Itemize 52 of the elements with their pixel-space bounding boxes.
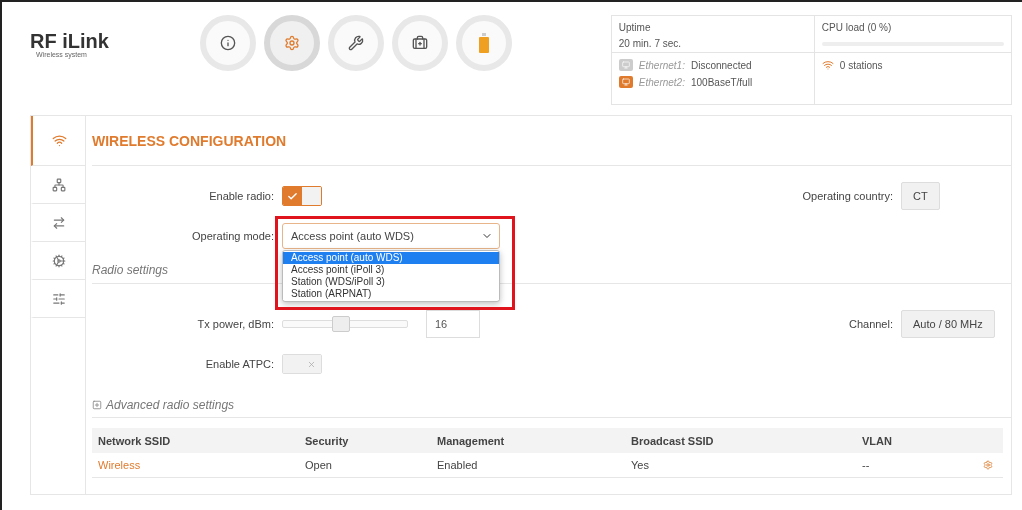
column-header: VLAN: [862, 434, 893, 447]
field-label: Enable ATPC:: [204, 358, 275, 370]
channel-button[interactable]: Auto / 80 MHz: [901, 310, 995, 338]
x-icon: [307, 359, 316, 369]
sidebar-tab[interactable]: [31, 116, 85, 166]
field-label: Tx power, dBm:: [196, 318, 275, 330]
wifi-icon: [51, 133, 67, 148]
field-label: Operating mode:: [191, 230, 275, 242]
field-label: Enable radio:: [208, 190, 275, 202]
settings-icon: [283, 35, 300, 51]
gear-icon: [52, 253, 66, 268]
port-status: Disconnected: [690, 59, 752, 71]
slider-thumb[interactable]: [332, 316, 351, 332]
wifi-icon: [821, 59, 834, 71]
info-icon: [219, 35, 236, 51]
medical-case-icon: [411, 35, 428, 51]
table-cell-text: Yes: [631, 459, 650, 471]
tx-power-field[interactable]: 16: [426, 310, 480, 338]
dropdown-option[interactable]: Station (WDS/iPoll 3): [283, 276, 499, 288]
dropdown-option[interactable]: Station (ARPNAT): [283, 288, 499, 300]
cpu-load-label: CPU load (0 %): [821, 22, 893, 33]
battery-icon: [478, 33, 489, 53]
uptime-label: Uptime: [618, 22, 652, 33]
settings-icon[interactable]: [983, 460, 993, 470]
country-button[interactable]: CT: [901, 182, 940, 210]
field-label: Operating country:: [801, 190, 894, 202]
column-header: Broadcast SSID: [631, 434, 715, 447]
column-header: Network SSID: [98, 434, 172, 447]
network-icon: [52, 177, 66, 192]
toggle-switch[interactable]: [282, 186, 322, 206]
section-title: WIRELESS CONFIGURATION: [92, 116, 1011, 166]
table-cell-text: Open: [305, 459, 333, 471]
wrench-icon: [347, 35, 364, 51]
stations-count: 0 stations: [839, 59, 883, 71]
transfer-arrows-icon: [52, 215, 66, 230]
port-name: Ethernet1:: [638, 59, 685, 71]
dropdown-option[interactable]: Access point (auto WDS): [283, 252, 499, 264]
advanced-settings-link[interactable]: Advanced radio settings: [92, 392, 1011, 418]
field-label: Channel:: [847, 318, 894, 330]
check-icon: [287, 190, 298, 202]
uptime-value: 20 min. 7 sec.: [618, 38, 683, 49]
dropdown-option[interactable]: Access point (iPoll 3): [283, 264, 499, 276]
logo-text: RF iLink: [30, 31, 110, 51]
mode-select[interactable]: Access point (auto WDS): [282, 223, 500, 249]
column-header: Security: [305, 434, 350, 447]
port-status: 100BaseT/full: [690, 76, 753, 88]
port-name: Ethernet2:: [638, 76, 685, 88]
expand-icon: [92, 399, 102, 410]
table-cell-text: --: [862, 459, 871, 471]
column-header: Management: [437, 434, 506, 447]
table-cell-text: Enabled: [437, 459, 479, 471]
sliders-icon: [52, 291, 66, 306]
